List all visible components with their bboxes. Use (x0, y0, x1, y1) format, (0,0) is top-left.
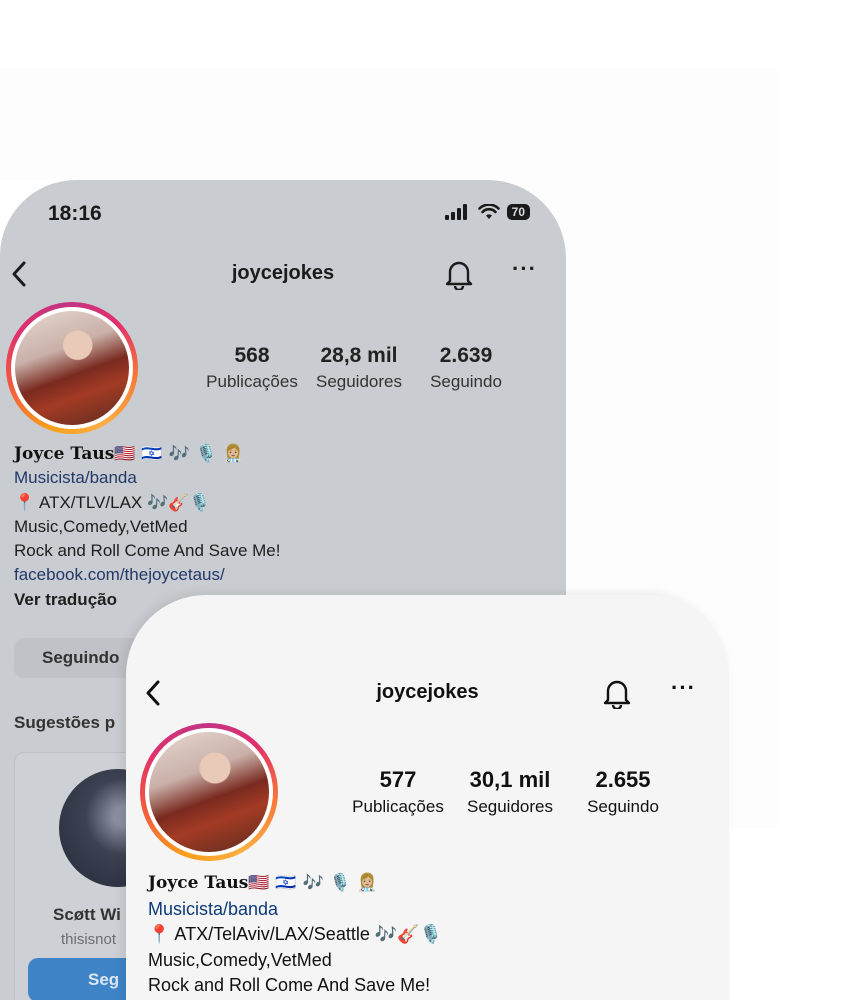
bio-link[interactable]: facebook.com/thejoycetaus/ (14, 563, 280, 587)
profile-avatar-ring[interactable] (140, 723, 278, 861)
profile-username: joycejokes (376, 681, 479, 703)
suggestion-handle: thisisnot (61, 931, 117, 948)
stat-following[interactable]: 2.655 Seguindo (570, 767, 676, 817)
stat-following-label: Seguindo (430, 372, 502, 391)
bio-name: Joyce Taus🇺🇸 🇮🇱 🎶 🎙️ 👩🏼‍⚕️ (148, 873, 378, 893)
status-bar: 18:16 70 (0, 202, 566, 226)
stat-followers[interactable]: 28,8 mil Seguidores (304, 344, 414, 392)
front-phone-screen: joycejokes ··· 577 Publicações 30,1 mil … (126, 595, 729, 1000)
bio-location: 📍 ATX/TelAviv/LAX/Seattle 🎶🎸🎙️ (148, 924, 443, 944)
bio-line-2: Rock and Roll Come And Save Me! (148, 975, 431, 995)
stat-followers-label: Seguidores (466, 797, 553, 816)
notification-bell-icon[interactable] (602, 677, 632, 709)
more-options-icon[interactable]: ··· (512, 256, 537, 282)
more-options-icon[interactable]: ··· (671, 675, 696, 701)
profile-bio: Joyce Taus🇺🇸 🇮🇱 🎶 🎙️ 👩🏼‍⚕️ Musicista/ban… (14, 442, 280, 612)
stat-followers-label: Seguidores (315, 372, 402, 391)
stat-followers[interactable]: 30,1 mil Seguidores (450, 767, 570, 817)
stat-followers-value: 28,8 mil (320, 344, 398, 367)
notification-bell-icon[interactable] (444, 258, 474, 290)
stat-posts[interactable]: 568 Publicações (200, 344, 304, 392)
stat-following-value: 2.639 (439, 344, 493, 367)
profile-bio: Joyce Taus🇺🇸 🇮🇱 🎶 🎙️ 👩🏼‍⚕️ Musicista/ban… (148, 871, 442, 999)
bio-category: Musicista/banda (148, 898, 279, 919)
profile-header: joycejokes ··· (0, 256, 566, 298)
profile-username: joycejokes (231, 262, 335, 284)
stat-posts[interactable]: 577 Publicações (346, 767, 450, 817)
stat-posts-label: Publicações (206, 372, 298, 391)
profile-avatar (15, 311, 129, 425)
stat-followers-value: 30,1 mil (469, 767, 551, 792)
profile-stats: 577 Publicações 30,1 mil Seguidores 2.65… (346, 767, 676, 817)
stat-posts-value: 568 (234, 344, 270, 367)
status-time: 18:16 (48, 202, 102, 225)
profile-header: joycejokes ··· (126, 675, 729, 717)
suggestion-name: Scøtt Wi (53, 905, 121, 924)
bio-line-2: Rock and Roll Come And Save Me! (14, 541, 281, 561)
wifi-icon (477, 204, 500, 219)
cellular-signal-icon (444, 204, 467, 220)
bio-name: Joyce Taus🇺🇸 🇮🇱 🎶 🎙️ 👩🏼‍⚕️ (14, 444, 244, 464)
stat-following[interactable]: 2.639 Seguindo (414, 344, 518, 392)
stat-posts-value: 577 (379, 767, 417, 792)
battery-indicator: 70 (506, 204, 530, 220)
bio-line-1: Music,Comedy,VetMed (148, 949, 332, 970)
bio-line-1: Music,Comedy,VetMed (14, 516, 188, 536)
bio-location: 📍 ATX/TLV/LAX 🎶🎸🎙️ (14, 492, 211, 512)
stat-posts-label: Publicações (352, 797, 444, 816)
profile-avatar-ring[interactable] (6, 302, 138, 434)
stat-following-label: Seguindo (587, 797, 659, 816)
stat-following-value: 2.655 (595, 767, 651, 792)
bio-category: Musicista/banda (14, 468, 137, 488)
status-icons: 70 (444, 204, 530, 220)
profile-avatar (149, 732, 269, 852)
profile-stats: 568 Publicações 28,8 mil Seguidores 2.63… (200, 344, 518, 392)
suggestions-title: Sugestões p (14, 713, 116, 732)
